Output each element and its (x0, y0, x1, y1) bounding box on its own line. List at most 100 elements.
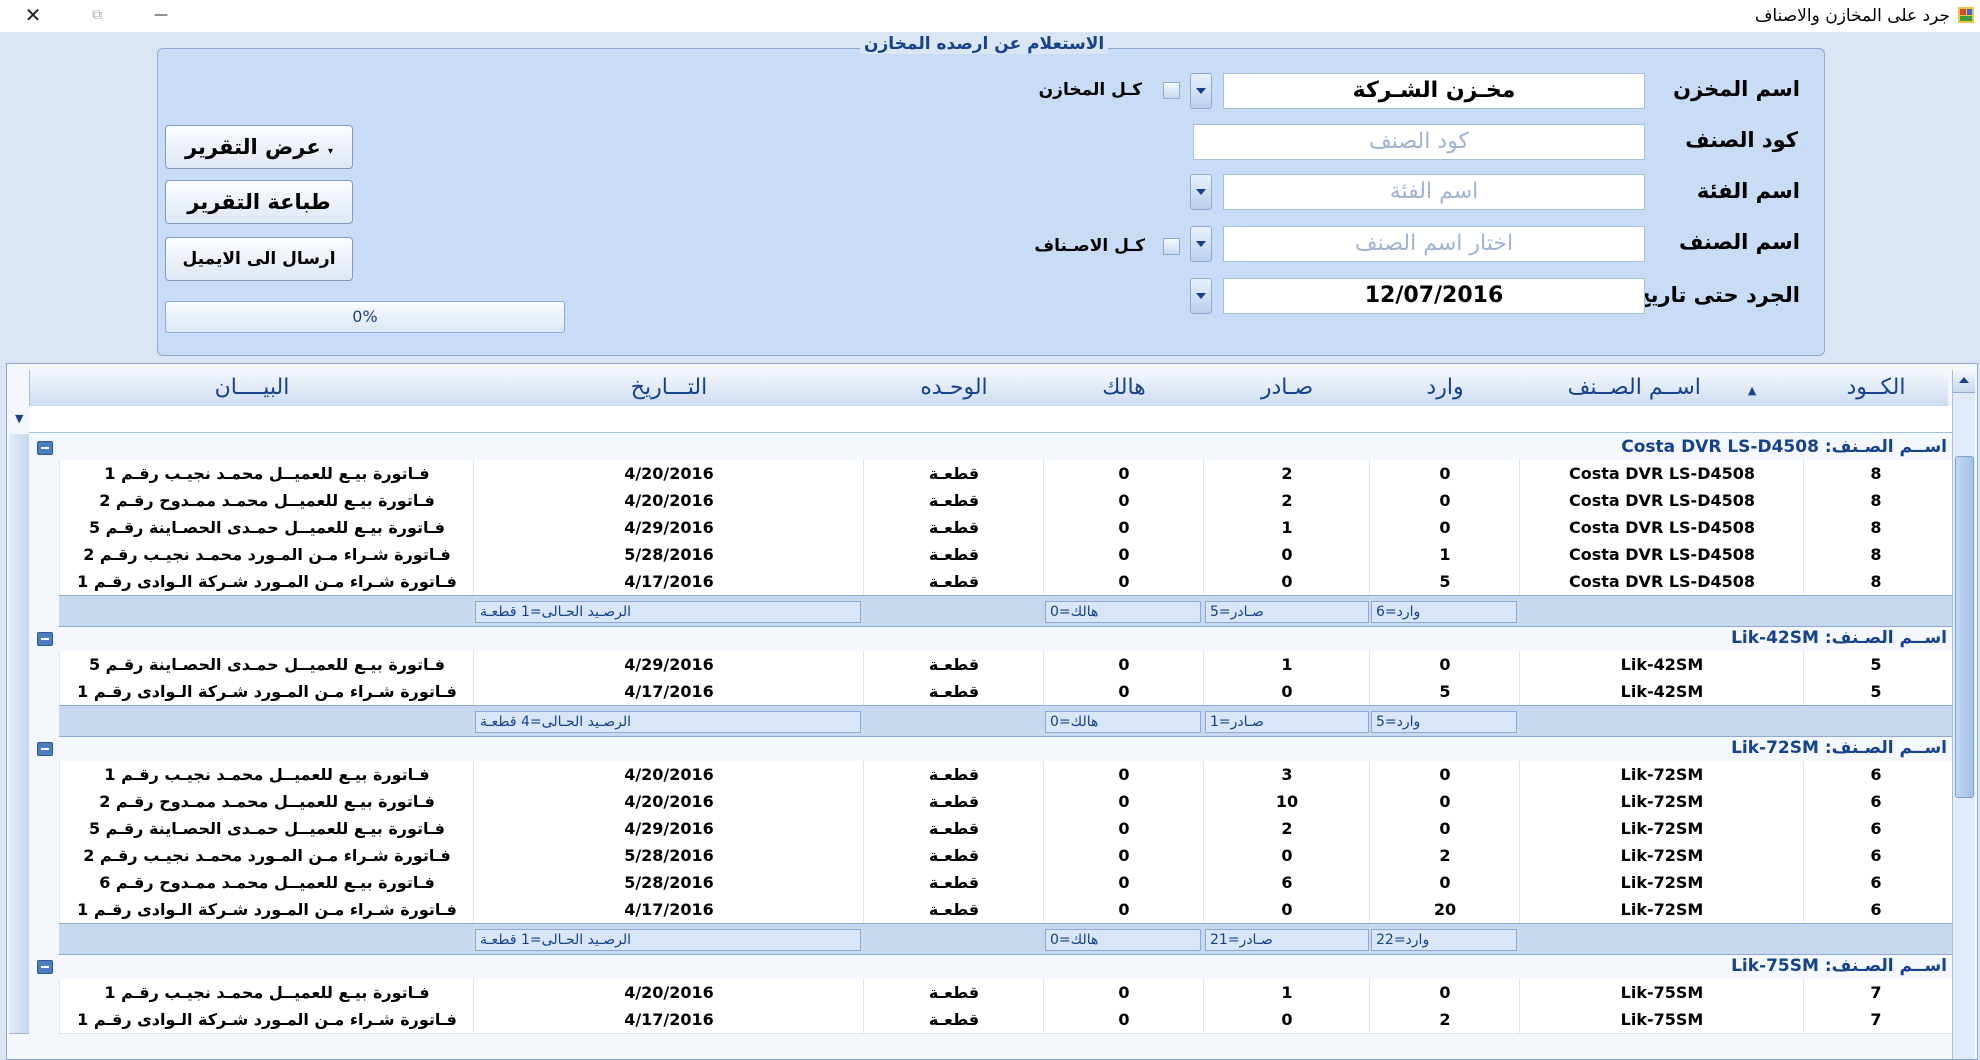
cell-in[interactable]: 2 (1369, 1006, 1520, 1033)
cell-code[interactable]: 6 (1803, 761, 1948, 788)
cell-out[interactable]: 1 (1203, 979, 1370, 1006)
cell-code[interactable]: 8 (1803, 487, 1948, 514)
cell-item[interactable]: Costa DVR LS-D4508 (1519, 541, 1804, 568)
cell-item[interactable]: Costa DVR LS-D4508 (1519, 487, 1804, 514)
cell-in[interactable]: 0 (1369, 979, 1520, 1006)
all-items-checkbox[interactable] (1163, 238, 1180, 255)
cell-statement[interactable]: فـاتورة بيـع للعميــل محمـد نجيـب رقـم 1 (59, 979, 474, 1006)
cell-damaged[interactable]: 0 (1043, 487, 1204, 514)
cell-unit[interactable]: قطعـة (863, 487, 1044, 514)
cell-unit[interactable]: قطعـة (863, 788, 1044, 815)
cell-unit[interactable]: قطعـة (863, 842, 1044, 869)
cell-damaged[interactable]: 0 (1043, 514, 1204, 541)
all-stores-checkbox[interactable] (1163, 82, 1180, 99)
cell-item[interactable]: Lik-72SM (1519, 869, 1804, 896)
cell-in[interactable]: 0 (1369, 460, 1520, 487)
show-report-button[interactable]: عرض التقرير ▾ (165, 125, 353, 169)
cell-out[interactable]: 2 (1203, 815, 1370, 842)
cell-in[interactable]: 0 (1369, 651, 1520, 678)
cell-damaged[interactable]: 0 (1043, 869, 1204, 896)
cell-date[interactable]: 4/29/2016 (473, 514, 864, 541)
column-header-damaged[interactable]: هالك (1043, 370, 1204, 406)
cell-damaged[interactable]: 0 (1043, 815, 1204, 842)
cell-unit[interactable]: قطعـة (863, 869, 1044, 896)
cell-date[interactable]: 4/17/2016 (473, 1006, 864, 1033)
cell-statement[interactable]: فـاتورة بيـع للعميــل حمـدى الحصـاينة رق… (59, 815, 474, 842)
cell-item[interactable]: Lik-72SM (1519, 842, 1804, 869)
cell-date[interactable]: 4/17/2016 (473, 678, 864, 705)
cell-date[interactable]: 5/28/2016 (473, 842, 864, 869)
cell-item[interactable]: Costa DVR LS-D4508 (1519, 568, 1804, 595)
date-input[interactable]: 12/07/2016 (1223, 278, 1645, 314)
cell-code[interactable]: 6 (1803, 788, 1948, 815)
cell-damaged[interactable]: 0 (1043, 788, 1204, 815)
cell-in[interactable]: 0 (1369, 514, 1520, 541)
cell-in[interactable]: 0 (1369, 761, 1520, 788)
cell-out[interactable]: 6 (1203, 869, 1370, 896)
cell-out[interactable]: 3 (1203, 761, 1370, 788)
cell-damaged[interactable]: 0 (1043, 678, 1204, 705)
cell-statement[interactable]: فـاتورة بيـع للعميــل حمـدى الحصـاينة رق… (59, 651, 474, 678)
cell-date[interactable]: 5/28/2016 (473, 541, 864, 568)
cell-statement[interactable]: فـاتورة بيـع للعميــل محمـد نجيـب رقـم 1 (59, 460, 474, 487)
vertical-scrollbar[interactable] (1952, 370, 1975, 1059)
table-row[interactable]: 5 Lik-42SM 0 1 0 قطعـة 4/29/2016 فـاتورة بيـع ل… (59, 651, 1957, 679)
cell-in[interactable]: 20 (1369, 896, 1520, 923)
cell-date[interactable]: 4/20/2016 (473, 487, 864, 514)
cell-item[interactable]: Lik-72SM (1519, 896, 1804, 923)
table-row[interactable]: 5 Lik-42SM 5 0 0 قطعـة 4/17/2016 فـاتورة شـراء … (59, 678, 1957, 706)
cell-in[interactable]: 0 (1369, 815, 1520, 842)
group-header[interactable]: اســم الصـنف: Costa DVR LS-D4508 (29, 434, 1957, 460)
cell-code[interactable]: 6 (1803, 842, 1948, 869)
date-dropdown-arrow[interactable] (1190, 278, 1212, 314)
cell-out[interactable]: 2 (1203, 487, 1370, 514)
cell-code[interactable]: 7 (1803, 979, 1948, 1006)
cell-code[interactable]: 5 (1803, 651, 1948, 678)
cell-in[interactable]: 0 (1369, 788, 1520, 815)
scrollbar-thumb[interactable] (1955, 456, 1974, 798)
table-row[interactable]: 8 Costa DVR LS-D4508 0 1 0 قطعـة 4/29/2016 فـات… (59, 514, 1957, 542)
send-email-button[interactable]: ارسال الى الايميل (165, 237, 353, 281)
item-code-input[interactable]: كود الصنف (1193, 124, 1645, 160)
cell-statement[interactable]: فـاتورة شـراء مـن المـورد شـركة الـوادى … (59, 678, 474, 705)
cell-code[interactable]: 8 (1803, 568, 1948, 595)
group-header[interactable]: اســم الصـنف: Lik-72SM (29, 735, 1957, 761)
cell-damaged[interactable]: 0 (1043, 568, 1204, 595)
cell-statement[interactable]: فـاتورة شـراء مـن المـورد محمـد نجيـب رق… (59, 541, 474, 568)
cell-statement[interactable]: فـاتورة بيـع للعميــل محمـد نجيـب رقـم 1 (59, 761, 474, 788)
cell-date[interactable]: 4/17/2016 (473, 568, 864, 595)
cell-unit[interactable]: قطعـة (863, 815, 1044, 842)
column-header-in[interactable]: وارد (1369, 370, 1520, 406)
table-row[interactable]: 6 Lik-72SM 0 3 0 قطعـة 4/20/2016 فـاتورة بيـع ل… (59, 761, 1957, 789)
cell-in[interactable]: 2 (1369, 842, 1520, 869)
cell-date[interactable]: 4/17/2016 (473, 896, 864, 923)
cell-out[interactable]: 0 (1203, 568, 1370, 595)
cell-unit[interactable]: قطعـة (863, 651, 1044, 678)
cell-statement[interactable]: فـاتورة شـراء مـن المـورد محمـد نجيـب رق… (59, 842, 474, 869)
cell-unit[interactable]: قطعـة (863, 541, 1044, 568)
cell-in[interactable]: 1 (1369, 541, 1520, 568)
column-header-code[interactable]: الكــود (1803, 370, 1948, 406)
cell-out[interactable]: 1 (1203, 514, 1370, 541)
cell-damaged[interactable]: 0 (1043, 896, 1204, 923)
cell-date[interactable]: 4/20/2016 (473, 761, 864, 788)
cell-code[interactable]: 6 (1803, 815, 1948, 842)
cell-unit[interactable]: قطعـة (863, 896, 1044, 923)
item-name-select[interactable]: اختار اسم الصنف (1223, 226, 1645, 262)
store-select[interactable]: مخـزن الشـركة (1223, 73, 1645, 109)
cell-out[interactable]: 1 (1203, 651, 1370, 678)
cell-code[interactable]: 5 (1803, 678, 1948, 705)
cell-damaged[interactable]: 0 (1043, 1006, 1204, 1033)
cell-item[interactable]: Lik-42SM (1519, 678, 1804, 705)
table-row[interactable]: 6 Lik-72SM 0 6 0 قطعـة 5/28/2016 فـاتورة بيـع ل… (59, 869, 1957, 897)
cell-item[interactable]: Costa DVR LS-D4508 (1519, 460, 1804, 487)
table-row[interactable]: 8 Costa DVR LS-D4508 0 2 0 قطعـة 4/20/2016 فـات… (59, 487, 1957, 515)
table-row[interactable]: 8 Costa DVR LS-D4508 1 0 0 قطعـة 5/28/2016 فـات… (59, 541, 1957, 569)
cell-item[interactable]: Lik-72SM (1519, 788, 1804, 815)
column-header-date[interactable]: التـــاريخ (473, 370, 864, 406)
column-header-statement[interactable]: البيــــان (29, 370, 474, 406)
group-header[interactable]: اســم الصـنف: Lik-42SM (29, 625, 1957, 651)
cell-statement[interactable]: فـاتورة بيـع للعميــل محمـد ممـدوح رقـم … (59, 788, 474, 815)
cell-unit[interactable]: قطعـة (863, 568, 1044, 595)
cell-unit[interactable]: قطعـة (863, 1006, 1044, 1033)
